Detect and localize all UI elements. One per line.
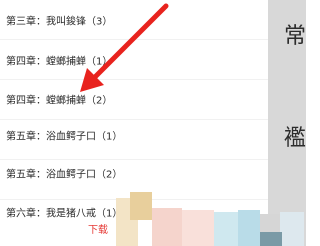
- red-arrow-icon: [80, 3, 169, 92]
